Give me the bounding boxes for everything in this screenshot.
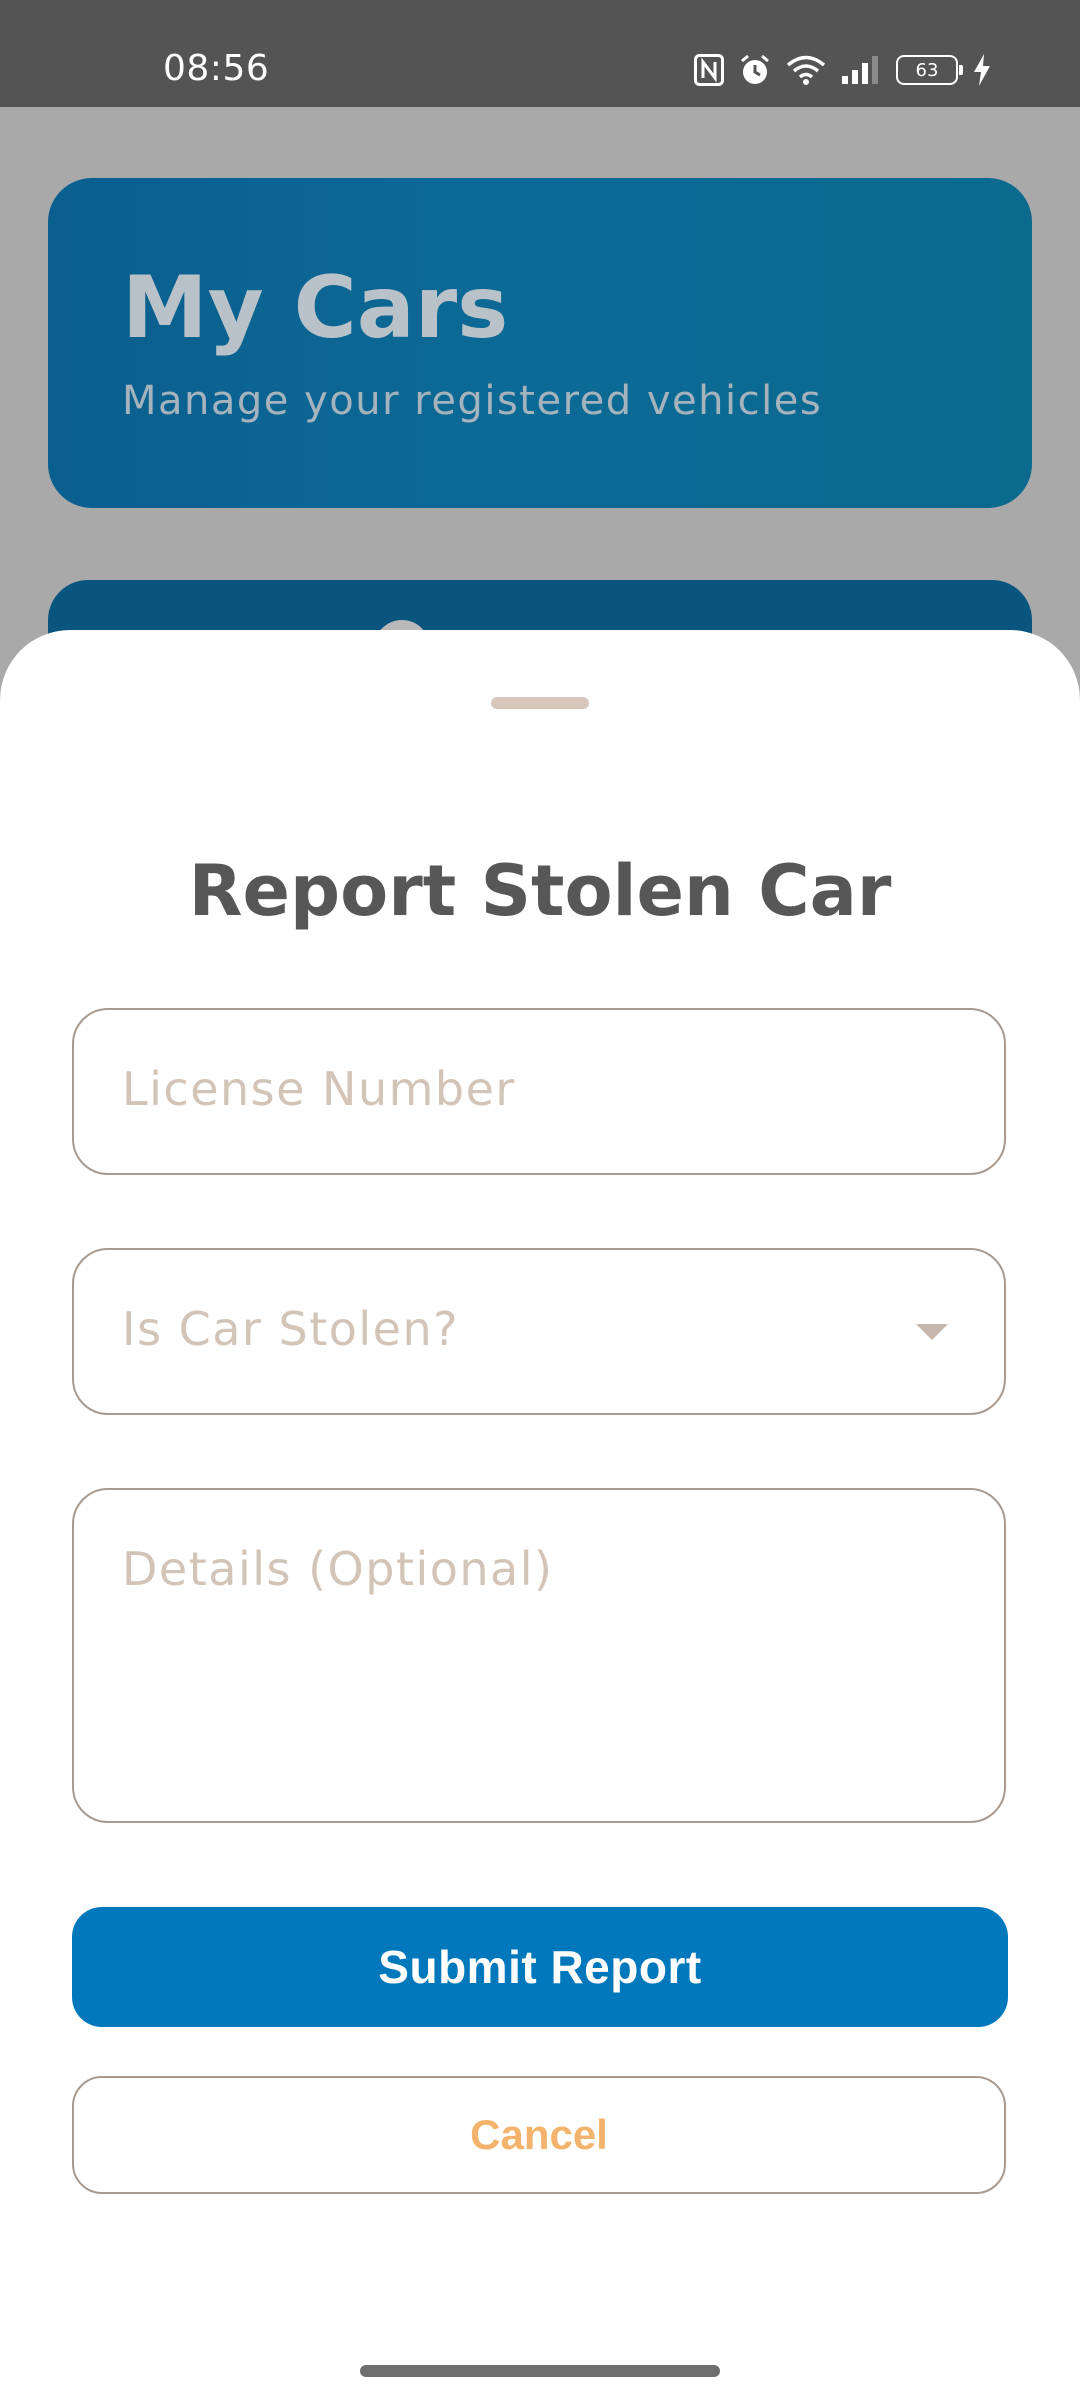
is-car-stolen-placeholder: Is Car Stolen? xyxy=(122,1302,460,1356)
status-icons: 63 xyxy=(694,50,992,90)
drag-handle[interactable] xyxy=(491,697,589,709)
nfc-icon xyxy=(694,54,724,86)
battery-icon: 63 xyxy=(896,55,963,85)
dropdown-arrow-icon[interactable] xyxy=(916,1324,948,1340)
submit-report-button[interactable]: Submit Report xyxy=(72,1907,1008,2027)
signal-icon xyxy=(840,54,882,86)
page-subtitle: Manage your registered vehicles xyxy=(122,378,823,424)
details-placeholder: Details (Optional) xyxy=(122,1542,554,1596)
cancel-button[interactable]: Cancel xyxy=(72,2076,1006,2194)
status-bar: 08:56 63 xyxy=(0,0,1080,107)
is-car-stolen-dropdown[interactable]: Is Car Stolen? xyxy=(72,1248,1006,1415)
license-number-placeholder: License Number xyxy=(122,1062,516,1116)
status-time: 08:56 xyxy=(163,48,270,89)
report-stolen-car-sheet: Report Stolen Car License Number Is Car … xyxy=(0,630,1080,2400)
wifi-icon xyxy=(786,54,826,86)
license-number-input[interactable]: License Number xyxy=(72,1008,1006,1175)
page-title: My Cars xyxy=(122,258,509,358)
sheet-title: Report Stolen Car xyxy=(188,850,892,932)
alarm-icon xyxy=(738,53,772,87)
details-textarea[interactable]: Details (Optional) xyxy=(72,1488,1006,1823)
home-indicator[interactable] xyxy=(360,2365,720,2377)
header-card: My Cars Manage your registered vehicles xyxy=(48,178,1032,508)
charging-icon xyxy=(972,53,992,87)
battery-level: 63 xyxy=(915,59,939,81)
